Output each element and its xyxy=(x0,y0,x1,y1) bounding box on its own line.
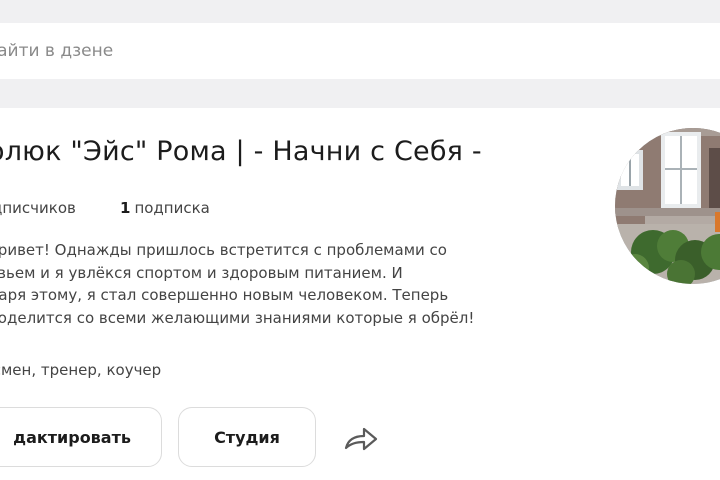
channel-title: олюк "Эйс" Рома | - Начни с Себя - xyxy=(0,136,482,167)
description-line: даря этому, я стал совершенно новым чело… xyxy=(0,286,449,304)
share-button[interactable] xyxy=(340,420,384,456)
channel-page: олюк "Эйс" Рома | - Начни с Себя - дписч… xyxy=(0,0,720,480)
channel-description: привет! Однажды пришлось встретится с пр… xyxy=(0,239,588,329)
subscribers-stat[interactable]: дписчиков xyxy=(0,199,120,217)
description-line: поделится со всеми желающими знаниями ко… xyxy=(0,308,475,327)
description-line: привет! Однажды пришлось встретится с пр… xyxy=(0,241,447,259)
edit-button[interactable]: дактировать xyxy=(0,407,162,467)
search-bar xyxy=(0,23,720,79)
channel-stats: дписчиков 1 подписка xyxy=(0,199,210,217)
subscriptions-label: подписка xyxy=(134,199,210,217)
description-line: овьем и я увлёкся спортом и здоровым пит… xyxy=(0,263,403,282)
subscriptions-stat[interactable]: 1 подписка xyxy=(120,199,210,217)
subscribers-label: дписчиков xyxy=(0,199,76,217)
channel-tags: тсмен, тренер, коучер xyxy=(0,361,162,379)
studio-button[interactable]: Студия xyxy=(178,407,316,467)
subscriptions-count: 1 xyxy=(120,199,131,217)
search-input[interactable] xyxy=(0,41,586,61)
share-arrow-icon xyxy=(344,427,378,451)
